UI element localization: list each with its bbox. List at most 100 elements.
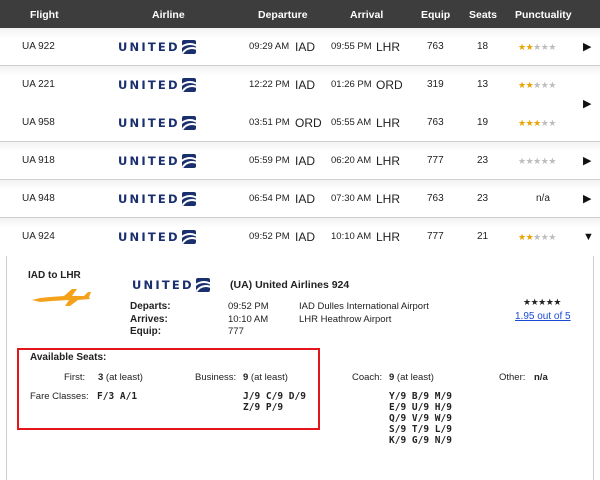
arrives-airport: LHR Heathrow Airport	[299, 314, 392, 325]
arrival-time: 07:30 AM	[331, 193, 372, 204]
seat-count: 23	[477, 193, 489, 204]
coach-label: Coach:	[352, 372, 383, 383]
col-flight-header[interactable]: Flight	[30, 9, 59, 21]
seat-count: 13	[477, 79, 489, 90]
col-arrival-header[interactable]: Arrival	[350, 9, 383, 21]
coach-value: 9 (at least)	[389, 372, 434, 383]
flight-row[interactable]: UA 918 UNITED 05:59 PM IAD 06:20 AM LHR 777 23 ★…	[0, 142, 600, 180]
coach-fare-line: E/9 U/9 H/9	[389, 402, 452, 413]
departure-time: 09:52 PM	[249, 231, 290, 242]
seat-count: 19	[477, 117, 489, 128]
flight-segment: UA 924 UNITED 09:52 PM IAD 10:10 AM LHR 777 21 ★…	[0, 218, 600, 256]
equip-value: 777	[228, 326, 244, 337]
flight-row[interactable]: UA 948 UNITED 06:54 PM IAD 07:30 AM LHR 763 23 n…	[0, 180, 600, 218]
flight-segment: UA 948 UNITED 06:54 PM IAD 07:30 AM LHR 763 23 n…	[0, 180, 600, 218]
punctuality-rating-link[interactable]: 1.95 out of 5	[515, 311, 571, 322]
detail-airline-name: (UA) United Airlines 924	[230, 279, 350, 291]
punctuality-stars: ★★★★★	[518, 80, 556, 90]
arrival-time: 10:10 AM	[331, 231, 372, 242]
departs-time: 09:52 PM	[228, 301, 269, 312]
departure-airport-code: IAD	[295, 192, 316, 206]
departure-airport-code: IAD	[295, 230, 316, 244]
flight-segment: UA 918 UNITED 05:59 PM IAD 06:20 AM LHR 777 23 ★…	[0, 142, 600, 180]
coach-fare-line: Y/9 B/9 M/9	[389, 391, 452, 402]
arrival-airport-code: LHR	[376, 40, 401, 54]
arrival-time: 09:55 PM	[331, 41, 372, 52]
punctuality-stars: ★★★★★	[523, 297, 561, 307]
other-label: Other:	[499, 372, 526, 383]
business-fare-classes: J/9 C/9 D/9 Z/9 P/9	[243, 391, 306, 413]
departs-label: Departs:	[130, 301, 171, 312]
united-globe-icon	[181, 154, 196, 168]
first-label: First:	[64, 372, 86, 383]
departure-time: 06:54 PM	[249, 193, 290, 204]
equipment: 777	[427, 231, 444, 242]
united-logo: UNITED	[118, 230, 196, 244]
united-logo: UNITED	[118, 40, 196, 54]
flight-segment: UA 922 UNITED 09:29 AM IAD 09:55 PM LHR 763 18 ★…	[0, 28, 600, 66]
united-globe-icon	[181, 78, 196, 92]
first-value: 3 (at least)	[98, 372, 143, 383]
united-globe-icon	[181, 116, 196, 130]
col-punctuality-header[interactable]: Punctuality	[515, 9, 572, 21]
flight-row[interactable]: UA 922 UNITED 09:29 AM IAD 09:55 PM LHR 763 18 ★…	[0, 28, 600, 66]
col-equip-header[interactable]: Equip	[421, 9, 450, 21]
business-count: 9	[243, 372, 249, 383]
flight-number: UA 922	[22, 41, 55, 52]
departure-time: 09:29 AM	[249, 41, 290, 52]
united-wordmark: UNITED	[118, 192, 180, 206]
departure-airport-code: IAD	[295, 40, 316, 54]
equipment: 763	[427, 117, 444, 128]
flight-segment: UA 958 UNITED 03:51 PM ORD 05:55 AM LHR 763 19 ★…	[0, 104, 600, 142]
seat-count: 23	[477, 155, 489, 166]
first-count: 3	[98, 372, 104, 383]
departure-airport-code: IAD	[295, 154, 316, 168]
detail-route: IAD to LHR	[28, 270, 81, 281]
business-value: 9 (at least)	[243, 372, 288, 383]
united-globe-icon	[181, 192, 196, 206]
equipment: 319	[427, 79, 444, 90]
punctuality-stars: ★★★★★	[518, 232, 556, 242]
arrival-airport-code: LHR	[376, 116, 401, 130]
collapse-arrow-icon[interactable]: ▼	[583, 218, 594, 256]
united-globe-icon	[181, 40, 196, 54]
coach-fare-classes: Y/9 B/9 M/9 E/9 U/9 H/9 Q/9 V/9 W/9 S/9 T/9…	[389, 391, 452, 446]
results-header: Flight Airline Departure Arrival Equip S…	[0, 0, 600, 28]
departure-time: 03:51 PM	[249, 117, 290, 128]
united-wordmark: UNITED	[118, 78, 180, 92]
departure-airport-code: ORD	[295, 116, 322, 130]
departure-airport-code: IAD	[295, 78, 316, 92]
united-wordmark: UNITED	[118, 40, 180, 54]
punctuality-stars: ★★★★★	[518, 156, 556, 166]
punctuality-stars: ★★★★★	[518, 42, 556, 52]
fare-classes-label: Fare Classes:	[30, 391, 89, 402]
departure-time: 05:59 PM	[249, 155, 290, 166]
flight-number: UA 958	[22, 117, 55, 128]
punctuality-na: n/a	[536, 193, 550, 204]
expand-arrow-icon[interactable]: ▶	[583, 142, 591, 180]
expand-arrow-icon[interactable]: ▶	[583, 85, 591, 123]
united-wordmark: UNITED	[118, 154, 180, 168]
arrival-time: 05:55 AM	[331, 117, 372, 128]
coach-fare-line: S/9 T/9 L/9	[389, 424, 452, 435]
united-logo: UNITED	[118, 192, 196, 206]
expand-arrow-icon[interactable]: ▶	[583, 28, 591, 66]
united-globe-icon	[195, 278, 210, 292]
departure-time: 12:22 PM	[249, 79, 290, 90]
equip-label: Equip:	[130, 326, 162, 337]
united-globe-icon	[181, 230, 196, 244]
arrival-time: 06:20 AM	[331, 155, 372, 166]
flight-number: UA 924	[22, 231, 55, 242]
coach-fare-line: K/9 G/9 N/9	[389, 435, 452, 446]
col-departure-header[interactable]: Departure	[258, 9, 308, 21]
flight-row-connection[interactable]: UA 221 UNITED 12:22 PM IAD 01:26 PM ORD 319 13 ★…	[0, 66, 600, 142]
equipment: 763	[427, 193, 444, 204]
detail-united-logo: UNITED	[132, 278, 210, 292]
other-value: n/a	[534, 372, 548, 383]
expand-arrow-icon[interactable]: ▶	[583, 180, 591, 218]
col-airline-header[interactable]: Airline	[152, 9, 185, 21]
coach-count: 9	[389, 372, 395, 383]
flight-row-expanded[interactable]: UA 924 UNITED 09:52 PM IAD 10:10 AM LHR 777 21 ★…	[0, 218, 600, 256]
punctuality-stars: ★★★★★	[518, 118, 556, 128]
col-seats-header[interactable]: Seats	[469, 9, 497, 21]
